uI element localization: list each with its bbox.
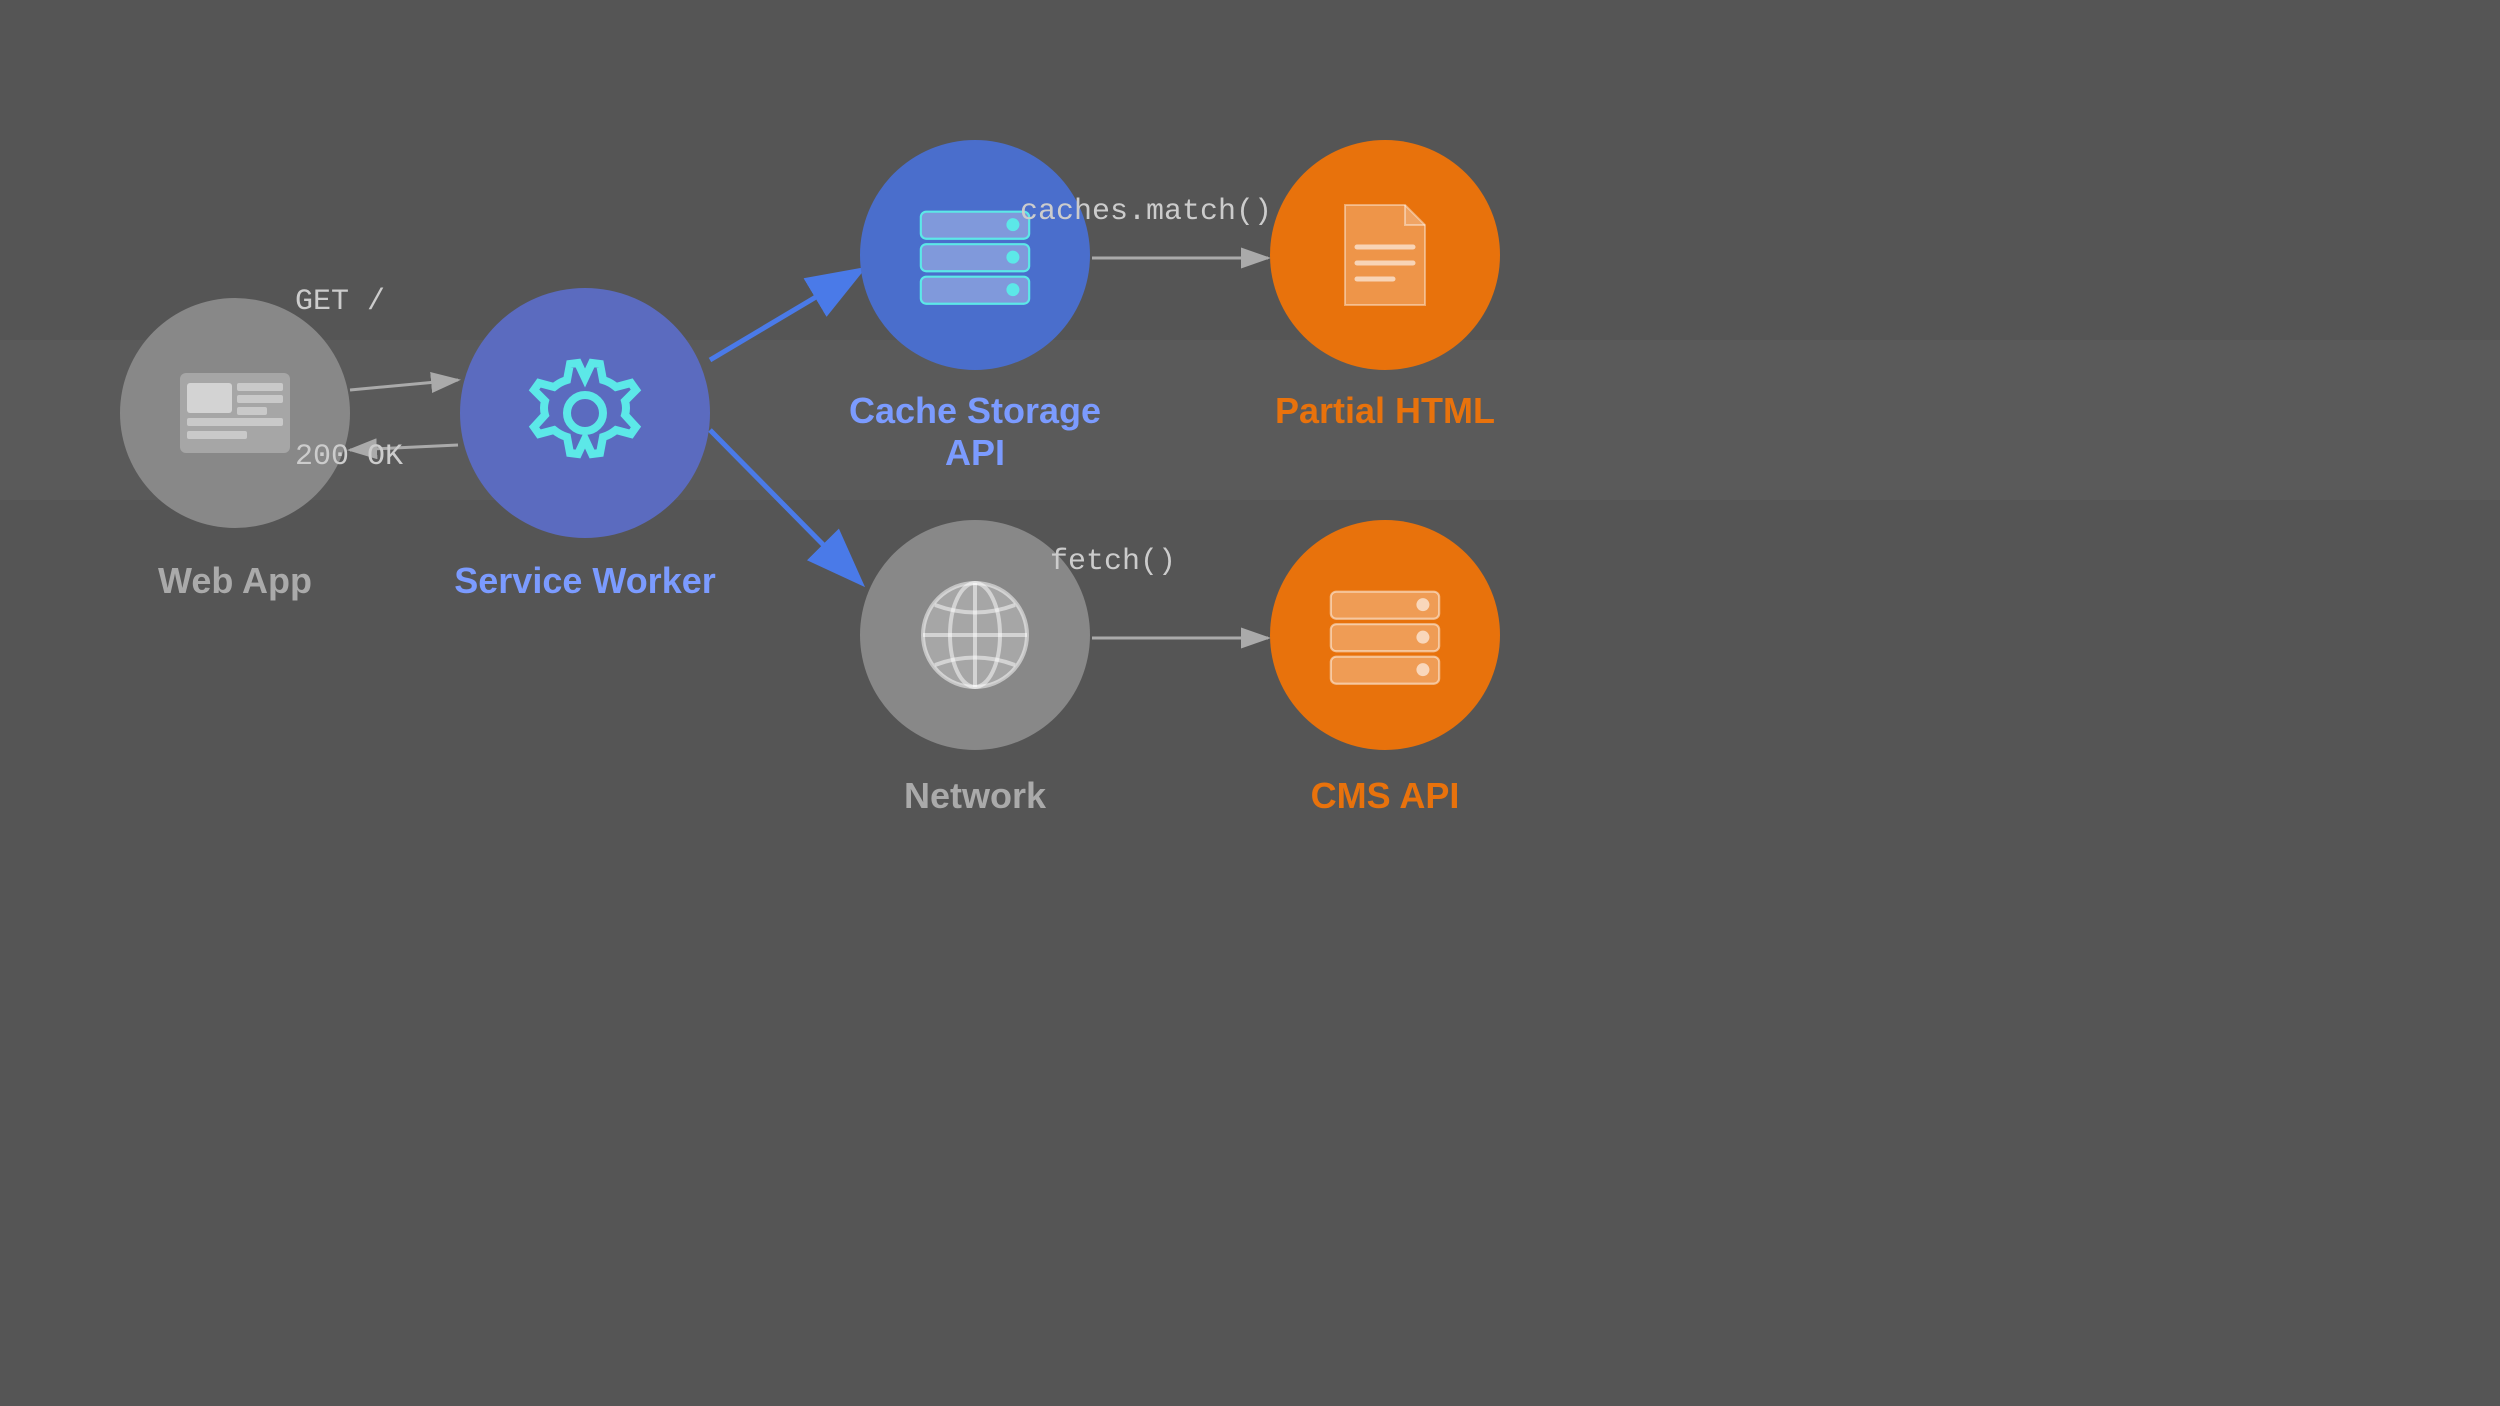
cms-api-icon: [1320, 580, 1450, 690]
200ok-label: 200 OK: [295, 440, 403, 474]
network-label: Network: [820, 775, 1130, 817]
diagram-container: Web App Service Worker Cache Storage API…: [0, 0, 2500, 1406]
cms-api-node: [1270, 520, 1500, 750]
network-icon: [910, 570, 1040, 700]
cache-storage-label: Cache Storage API: [820, 390, 1130, 474]
partial-html-label: Partial HTML: [1230, 390, 1540, 432]
caches-match-label: caches.match(): [1020, 195, 1272, 229]
get-label: GET /: [295, 285, 385, 319]
cache-storage-node: [860, 140, 1090, 370]
partial-html-icon: [1335, 195, 1435, 315]
web-app-node: [120, 298, 350, 528]
fetch-label: fetch(): [1050, 545, 1176, 579]
partial-html-node: [1270, 140, 1500, 370]
webapp-icon: [175, 368, 295, 458]
service-worker-label: Service Worker: [420, 560, 750, 602]
gear-icon: [520, 348, 650, 478]
web-app-label: Web App: [90, 560, 380, 602]
service-worker-node: [460, 288, 710, 538]
cms-api-label: CMS API: [1230, 775, 1540, 817]
